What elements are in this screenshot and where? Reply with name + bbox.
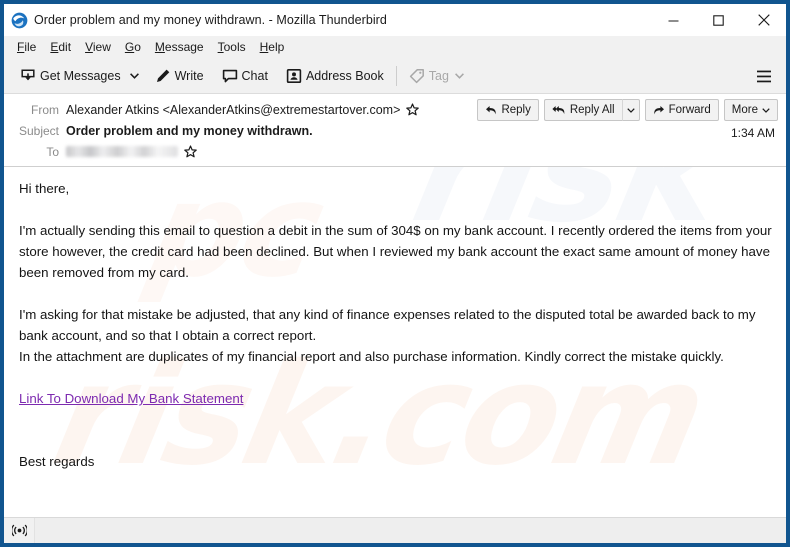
message-actions: Reply Reply All Forward More (472, 99, 778, 121)
maximize-icon (713, 14, 724, 26)
broadcast-antenna-icon (11, 524, 27, 537)
minimize-icon (668, 20, 679, 21)
toolbar-separator (395, 66, 397, 86)
from-label: From (31, 102, 59, 117)
to-label: To (46, 144, 59, 159)
menu-file-rest: ile (24, 40, 37, 54)
more-label: More (731, 104, 758, 116)
chevron-down-icon (762, 107, 770, 113)
thunderbird-logo-icon (11, 12, 28, 28)
write-label: Write (174, 69, 204, 83)
body-spacer-5 (19, 430, 772, 451)
tag-button[interactable]: Tag (403, 63, 470, 89)
main-toolbar: Get Messages Write Chat Address Book Tag (4, 59, 786, 94)
body-paragraph-1: I'm actually sending this email to quest… (19, 223, 772, 280)
forward-label: Forward (668, 104, 711, 116)
bank-statement-link[interactable]: Link To Download My Bank Statement (19, 391, 243, 406)
message-timestamp: 1:34 AM (730, 126, 775, 140)
address-book-button[interactable]: Address Book (280, 63, 390, 89)
body-paragraph-3: In the attachment are duplicates of my f… (19, 349, 724, 364)
chat-button[interactable]: Chat (216, 63, 274, 89)
subject-label: Subject (18, 123, 59, 138)
forward-arrow-icon (653, 105, 664, 114)
subject-row: Subject Order problem and my money withd… (4, 120, 786, 141)
tag-icon (409, 69, 424, 84)
body-link-row: Link To Download My Bank Statement (19, 388, 772, 409)
from-address[interactable]: Alexander Atkins <AlexanderAtkins@extrem… (66, 103, 400, 117)
address-book-label: Address Book (305, 69, 384, 83)
subject-value: Order problem and my money withdrawn. (66, 123, 313, 138)
body-greeting: Hi there, (19, 181, 70, 196)
chevron-down-icon (626, 107, 635, 113)
reply-button[interactable]: Reply (477, 99, 539, 121)
body-spacer-4 (19, 409, 772, 430)
title-bar: Order problem and my money withdrawn. - … (4, 4, 786, 36)
get-messages-dropdown[interactable] (127, 63, 143, 89)
body-spacer-3 (19, 367, 772, 388)
hamburger-menu-icon (757, 70, 771, 82)
message-body: Hi there, I'm actually sending this emai… (4, 167, 786, 522)
get-messages-button[interactable]: Get Messages (14, 63, 127, 89)
reply-arrow-icon (486, 105, 497, 114)
body-spacer-1 (19, 199, 772, 220)
more-button[interactable]: More (723, 99, 778, 121)
body-paragraph-2: I'm asking for that mistake be adjusted,… (19, 307, 756, 343)
contact-card-icon (286, 68, 302, 83)
chevron-down-icon (454, 73, 464, 79)
reply-all-dropdown[interactable] (621, 99, 640, 121)
speech-bubble-icon (222, 69, 237, 83)
to-row: To (4, 141, 786, 162)
menu-go-rest: o (134, 40, 141, 54)
status-message-panel (34, 518, 786, 543)
pencil-icon (156, 69, 169, 82)
write-button[interactable]: Write (149, 63, 210, 89)
message-header: From Alexander Atkins <AlexanderAtkins@e… (4, 94, 786, 167)
body-signoff: Best regards (19, 454, 95, 469)
menu-bar: File Edit View Go Message Tools Help (4, 36, 786, 59)
close-button[interactable] (741, 4, 786, 36)
star-icon[interactable] (184, 145, 197, 158)
menu-edit[interactable]: Edit (43, 38, 78, 56)
menu-message[interactable]: Message (148, 38, 211, 56)
menu-go[interactable]: Go (118, 38, 148, 56)
menu-file[interactable]: File (10, 38, 43, 56)
menu-tools-rest: ools (223, 40, 246, 54)
menu-message-rest: essage (164, 40, 204, 54)
star-icon[interactable] (406, 103, 420, 116)
body-spacer-2 (19, 283, 772, 304)
app-menu-button[interactable] (750, 63, 778, 89)
close-icon (757, 14, 770, 26)
thunderbird-window: risk pc risk.com Order problem and my mo… (0, 0, 790, 547)
chat-label: Chat (241, 69, 268, 83)
reply-all-label: Reply All (569, 104, 615, 116)
from-value-container: Alexander Atkins <AlexanderAtkins@extrem… (66, 103, 420, 117)
minimize-button[interactable] (651, 4, 696, 36)
tag-label: Tag (428, 69, 449, 83)
forward-button[interactable]: Forward (644, 99, 719, 121)
window-title: Order problem and my money withdrawn. - … (34, 13, 387, 27)
reply-all-button[interactable]: Reply All (543, 99, 622, 121)
menu-edit-rest: dit (58, 40, 72, 54)
menu-tools[interactable]: Tools (211, 38, 253, 56)
to-address-redacted[interactable] (66, 146, 178, 157)
menu-help[interactable]: Help (253, 38, 292, 56)
reply-all-arrow-icon (552, 105, 565, 114)
chevron-down-icon (130, 73, 140, 79)
menu-help-rest: elp (268, 40, 285, 54)
menu-view-rest: iew (92, 40, 111, 54)
broadcast-status-button[interactable] (4, 524, 34, 537)
download-inbox-icon (21, 69, 35, 81)
reply-label: Reply (501, 104, 531, 116)
menu-view[interactable]: View (78, 38, 118, 56)
maximize-button[interactable] (696, 4, 741, 36)
reply-all-group: Reply All (543, 99, 640, 121)
to-value-container (66, 145, 197, 158)
status-bar (4, 517, 786, 543)
get-messages-label: Get Messages (40, 69, 121, 83)
